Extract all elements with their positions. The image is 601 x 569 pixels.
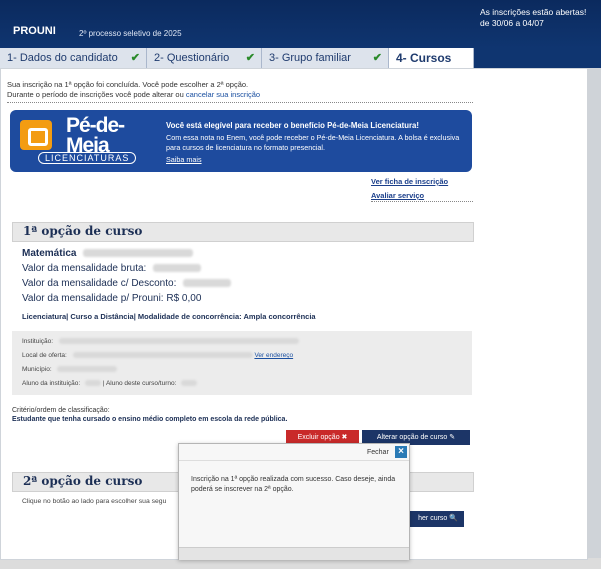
redacted-value bbox=[58, 338, 299, 345]
close-label[interactable]: Fechar bbox=[367, 449, 389, 456]
status-info: Sua inscrição na 1ª opção foi concluída.… bbox=[7, 80, 260, 100]
check-icon: ✔ bbox=[245, 52, 255, 64]
course-tags: Licenciatura| Curso a Distância| Modalid… bbox=[22, 312, 316, 321]
municipio-row: Município: bbox=[22, 366, 118, 373]
ver-ficha-link[interactable]: Ver ficha de inscrição bbox=[371, 177, 448, 186]
local-row: Local de oferta: Ver endereço bbox=[22, 352, 293, 359]
desconto-label: Valor da mensalidade c/ Desconto: bbox=[22, 278, 177, 289]
tab-dados-candidato[interactable]: 1- Dados do candidato ✔ bbox=[0, 48, 147, 68]
escolher-label: her curso bbox=[418, 515, 448, 522]
saiba-mais-link[interactable]: Saiba mais bbox=[166, 155, 202, 164]
pencil-icon: ✎ bbox=[449, 434, 456, 441]
tab-label: 3- Grupo familiar bbox=[269, 52, 351, 64]
dialog-divider bbox=[179, 460, 409, 461]
check-icon: ✔ bbox=[130, 52, 140, 64]
tab-label: 4- Cursos bbox=[396, 51, 452, 65]
redacted-value bbox=[57, 366, 118, 373]
banner-title: Você está elegível para receber o benefí… bbox=[166, 121, 419, 130]
tab-label: 2- Questionário bbox=[154, 52, 230, 64]
local-label: Local de oferta: bbox=[22, 352, 67, 359]
divider bbox=[371, 201, 473, 202]
step-tabs: 1- Dados do candidato ✔ 2- Questionário … bbox=[0, 48, 601, 68]
tab-questionario[interactable]: 2- Questionário ✔ bbox=[147, 48, 262, 68]
cancel-registration-link[interactable]: cancelar sua inscrição bbox=[186, 90, 260, 99]
info-line-2-text: Durante o período de inscrições você pod… bbox=[7, 90, 184, 99]
info-line-2: Durante o período de inscrições você pod… bbox=[7, 90, 260, 100]
bruta-label: Valor da mensalidade bruta: bbox=[22, 263, 147, 274]
check-icon: ✔ bbox=[372, 52, 382, 64]
registration-notice: As inscrições estão abertas! de 30/06 a … bbox=[480, 7, 587, 28]
municipio-label: Município: bbox=[22, 366, 52, 373]
option2-title: 2ª opção de curso bbox=[23, 474, 143, 488]
criterion-label: Critério/ordem de classificação: bbox=[12, 407, 110, 414]
redacted-shift bbox=[83, 249, 194, 258]
bruta-row: Valor da mensalidade bruta: bbox=[22, 263, 202, 274]
close-icon: ✖ bbox=[341, 434, 348, 441]
aluno-row: Aluno da instituição: | Aluno deste curs… bbox=[22, 380, 198, 387]
excluir-label: Excluir opção bbox=[297, 434, 340, 441]
redacted-value bbox=[183, 279, 232, 288]
aluno-curso-label: | Aluno deste curso/turno: bbox=[102, 380, 177, 387]
prouni-label: Valor da mensalidade p/ Prouni: bbox=[22, 293, 164, 304]
brand-title: PROUNI bbox=[13, 25, 56, 37]
logo-subtitle: LICENCIATURAS bbox=[38, 152, 137, 164]
desconto-row: Valor da mensalidade c/ Desconto: bbox=[22, 278, 232, 289]
dialog-footer bbox=[179, 547, 409, 560]
course-title: Matemática bbox=[22, 248, 77, 259]
aluno-label: Aluno da instituição: bbox=[22, 380, 81, 387]
info-line-1: Sua inscrição na 1ª opção foi concluída.… bbox=[7, 80, 249, 89]
divider bbox=[7, 102, 473, 103]
tab-grupo-familiar[interactable]: 3- Grupo familiar ✔ bbox=[262, 48, 389, 68]
option1-header: 1ª opção de curso bbox=[12, 222, 474, 242]
prouni-value: R$ 0,00 bbox=[166, 293, 202, 304]
dialog-message: Inscrição na 1ª opção realizada com suce… bbox=[191, 476, 396, 493]
option2-instructions: Clique no botão ao lado para escolher su… bbox=[22, 498, 167, 505]
tab-cursos[interactable]: 4- Cursos bbox=[389, 48, 474, 68]
process-label: 2º processo seletivo de 2025 bbox=[79, 29, 182, 38]
alterar-label: Alterar opção de curso bbox=[376, 434, 448, 441]
redacted-value bbox=[72, 352, 253, 359]
search-icon: 🔍 bbox=[449, 515, 458, 522]
redacted-value bbox=[153, 264, 202, 273]
top-header: PROUNI 2º processo seletivo de 2025 As i… bbox=[0, 0, 601, 48]
ver-endereco-link[interactable]: Ver endereço bbox=[254, 352, 293, 359]
success-dialog: Fechar × Inscrição na 1ª opção realizada… bbox=[178, 443, 410, 560]
page-scrollbar[interactable] bbox=[587, 68, 601, 558]
criterion-value: Estudante que tenha cursado o ensino méd… bbox=[12, 416, 288, 423]
tab-label: 1- Dados do candidato bbox=[7, 52, 118, 64]
instituicao-row: Instituição: bbox=[22, 338, 299, 345]
pe-de-meia-emblem-icon bbox=[20, 120, 52, 150]
prouni-row: Valor da mensalidade p/ Prouni: R$ 0,00 bbox=[22, 293, 201, 304]
course-name: Matemática bbox=[22, 248, 194, 259]
instituicao-label: Instituição: bbox=[22, 338, 54, 345]
redacted-value bbox=[85, 380, 101, 387]
redacted-value bbox=[181, 380, 198, 387]
close-icon[interactable]: × bbox=[395, 446, 407, 458]
avaliar-servico-link[interactable]: Avaliar serviço bbox=[371, 191, 424, 200]
pe-de-meia-logo: Pé-de- Meia LICENCIATURAS bbox=[14, 114, 156, 168]
option1-title: 1ª opção de curso bbox=[23, 224, 143, 238]
logo-text-1: Pé-de- bbox=[66, 114, 125, 137]
banner-text: Com essa nota no Enem, você pode receber… bbox=[166, 133, 460, 152]
classification-criterion: Critério/ordem de classificação: Estudan… bbox=[12, 406, 287, 424]
